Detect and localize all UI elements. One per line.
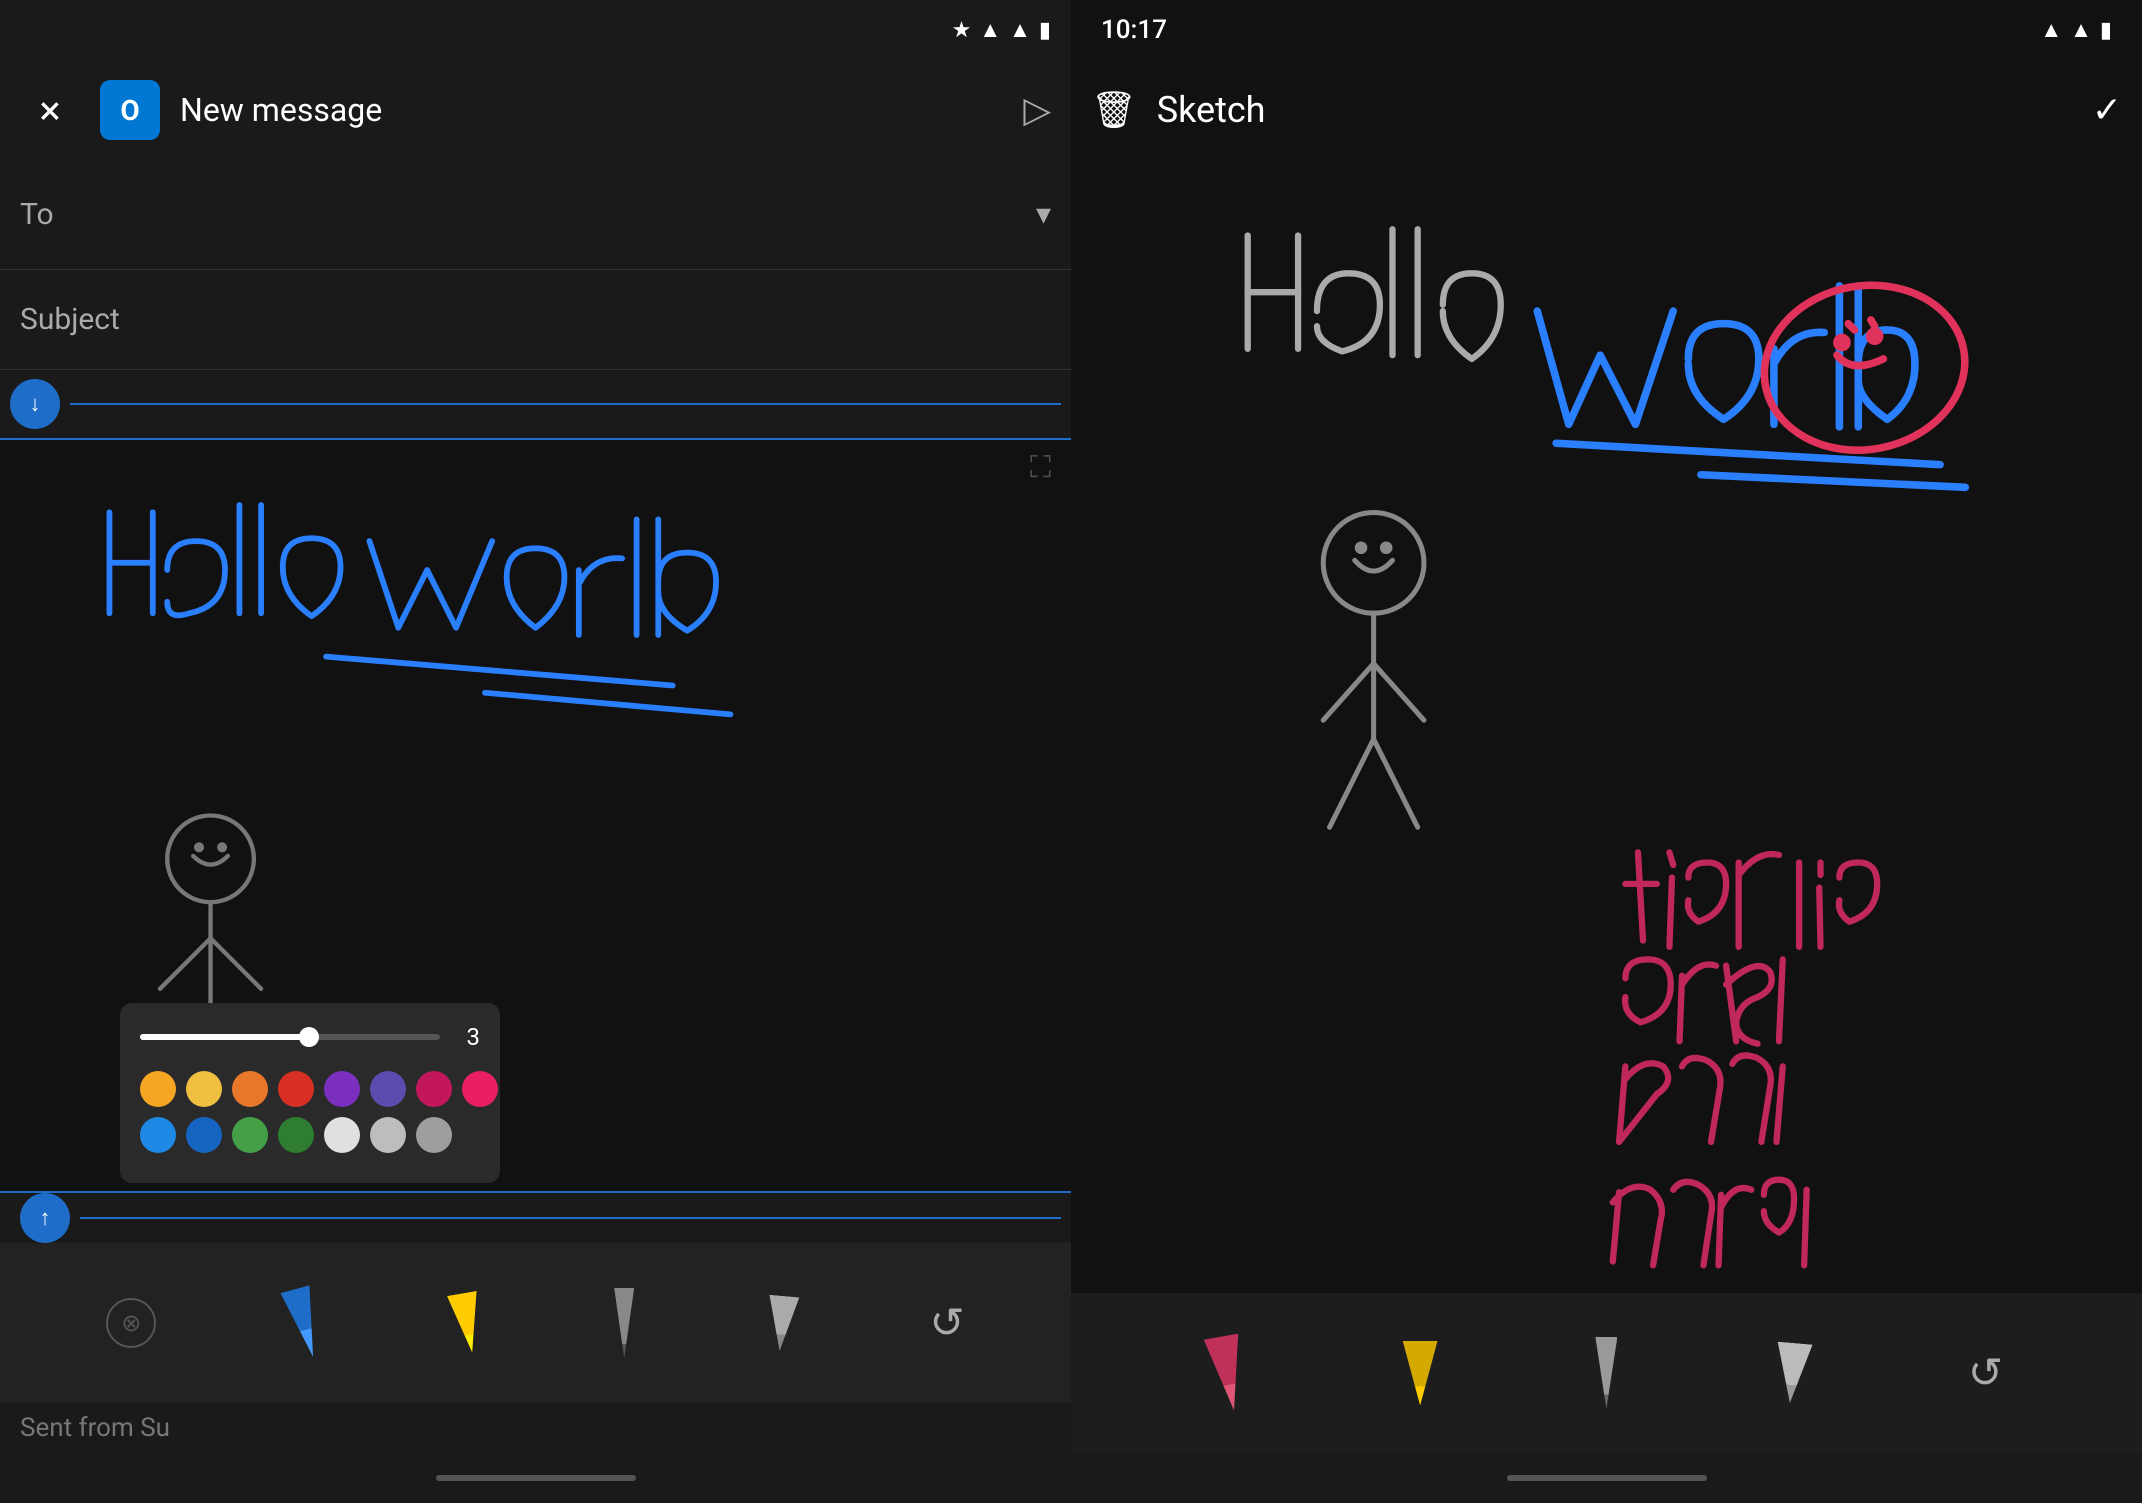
close-button[interactable]: × xyxy=(20,80,80,140)
right-pencil-tool[interactable] xyxy=(1595,1337,1617,1409)
sketch-header: 🗑 Sketch ✓ xyxy=(1071,60,2142,160)
undo-button[interactable]: ↺ xyxy=(929,1298,964,1348)
color-gray-mid[interactable] xyxy=(370,1117,406,1153)
color-orange[interactable] xyxy=(140,1071,176,1107)
toolbar-line xyxy=(70,403,1061,405)
color-gray-light[interactable] xyxy=(324,1117,360,1153)
clear-tool[interactable]: ⊗ xyxy=(106,1298,156,1348)
format-button[interactable]: ↓ xyxy=(10,379,60,429)
wifi-icon: ▲ xyxy=(1009,17,1031,43)
clear-icon: ⊗ xyxy=(106,1298,156,1348)
to-label: To xyxy=(20,197,54,232)
left-panel: ★ ▲ ▲ ▮ × O New message ▷ To ▾ Subject ↓… xyxy=(0,0,1071,1503)
color-blue-dark[interactable] xyxy=(186,1117,222,1153)
pencil-icon xyxy=(614,1288,634,1358)
trash-button[interactable]: 🗑 xyxy=(1091,89,1137,131)
brush-size-slider-row: 3 xyxy=(140,1023,480,1051)
right-pen-icon xyxy=(1204,1333,1251,1413)
large-sketch-area[interactable] xyxy=(1071,160,2142,1293)
bottom-toolbar-area: ↑ xyxy=(0,1191,1071,1243)
right-bottom-nav-bar xyxy=(1071,1453,2142,1503)
to-input[interactable] xyxy=(74,199,1016,231)
color-green-light[interactable] xyxy=(232,1117,268,1153)
bluetooth-icon: ★ xyxy=(952,18,972,43)
confirm-button[interactable]: ✓ xyxy=(2092,89,2122,131)
app-title: New message xyxy=(180,91,1003,129)
outlook-icon: O xyxy=(100,80,160,140)
eraser-tool[interactable] xyxy=(767,1296,797,1351)
home-indicator xyxy=(436,1475,636,1481)
send-button[interactable]: ▷ xyxy=(1023,89,1051,131)
highlighter-tool[interactable] xyxy=(452,1293,482,1353)
brush-size-value: 3 xyxy=(450,1023,480,1051)
app-header: × O New message ▷ xyxy=(0,60,1071,160)
highlighter-icon xyxy=(447,1291,487,1355)
battery-icon: ▮ xyxy=(1039,18,1051,43)
wifi-right-icon: ▲ xyxy=(2070,17,2092,43)
color-pink[interactable] xyxy=(462,1071,498,1107)
right-eraser-tool[interactable] xyxy=(1775,1343,1810,1403)
drawing-tools-bar: ⊗ ↺ xyxy=(0,1243,1071,1403)
color-green-dark[interactable] xyxy=(278,1117,314,1153)
sketch-title: Sketch xyxy=(1157,89,2072,131)
status-time: 10:17 xyxy=(1101,15,1167,45)
right-drawing-tools-bar: ↺ xyxy=(1071,1293,2142,1453)
signal-right-icon: ▲ xyxy=(2040,17,2062,43)
battery-right-icon: ▮ xyxy=(2100,18,2112,43)
color-purple-dark[interactable] xyxy=(370,1071,406,1107)
right-highlighter-icon xyxy=(1403,1341,1438,1406)
subject-row: Subject xyxy=(0,270,1071,370)
arrow-up-button[interactable]: ↑ xyxy=(20,1193,70,1243)
color-pink-dark[interactable] xyxy=(416,1071,452,1107)
sent-from-signature: Sent from Su xyxy=(0,1403,1071,1453)
right-home-indicator xyxy=(1507,1475,1707,1481)
pen-tool[interactable] xyxy=(289,1288,319,1358)
color-empty xyxy=(462,1117,498,1153)
signal-icon: ▲ xyxy=(979,17,1001,43)
color-red[interactable] xyxy=(278,1071,314,1107)
right-pencil-icon xyxy=(1595,1337,1617,1409)
large-sketch-canvas xyxy=(1071,160,2142,1293)
eraser-icon xyxy=(764,1294,799,1351)
color-picker-popup: 3 xyxy=(120,1003,500,1183)
right-panel: 10:17 ▲ ▲ ▮ 🗑 Sketch ✓ xyxy=(1071,0,2142,1503)
pen-icon xyxy=(280,1285,327,1360)
left-status-icons: ★ ▲ ▲ ▮ xyxy=(952,17,1051,43)
right-status-icons: ▲ ▲ ▮ xyxy=(2040,17,2112,43)
color-yellow[interactable] xyxy=(186,1071,222,1107)
pencil-tool[interactable] xyxy=(614,1288,634,1358)
color-purple-light[interactable] xyxy=(324,1071,360,1107)
right-highlighter-tool[interactable] xyxy=(1403,1341,1438,1406)
subject-label: Subject xyxy=(20,302,120,337)
color-gray-dark[interactable] xyxy=(416,1117,452,1153)
compose-toolbar: ↓ xyxy=(0,370,1071,440)
right-undo-button[interactable]: ↺ xyxy=(1968,1348,2003,1398)
bottom-nav-bar xyxy=(0,1453,1071,1503)
brush-size-slider[interactable] xyxy=(140,1034,440,1040)
color-orange-dark[interactable] xyxy=(232,1071,268,1107)
color-grid-row1 xyxy=(140,1071,480,1107)
expand-icon[interactable]: ▾ xyxy=(1036,197,1051,232)
right-eraser-icon xyxy=(1773,1342,1813,1405)
right-status-bar: 10:17 ▲ ▲ ▮ xyxy=(1071,0,2142,60)
right-pen-tool[interactable] xyxy=(1210,1336,1245,1411)
left-status-bar: ★ ▲ ▲ ▮ xyxy=(0,0,1071,60)
to-row: To ▾ xyxy=(0,160,1071,270)
color-blue-light[interactable] xyxy=(140,1117,176,1153)
color-grid-row2 xyxy=(140,1117,480,1153)
